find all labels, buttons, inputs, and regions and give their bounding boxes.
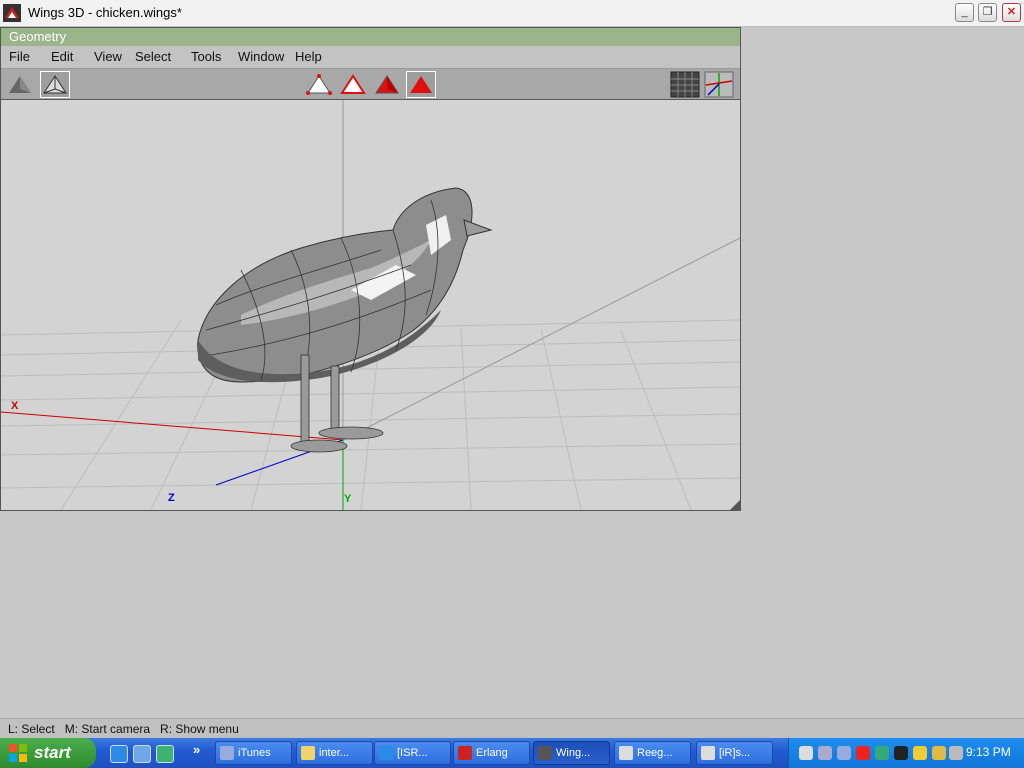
show-desktop-icon[interactable] (133, 745, 151, 763)
restore-button[interactable]: ❐ (978, 3, 997, 22)
task-folder[interactable]: inter... (296, 741, 373, 765)
status-bar: L: Select M: Start camera R: Show menu (0, 718, 1024, 739)
vertex-mode-button[interactable] (304, 71, 334, 98)
tray-network-icon[interactable] (799, 746, 813, 760)
menu-view[interactable]: View (94, 49, 122, 64)
task-label: [ISR... (397, 747, 428, 759)
task-label: [iR]s... (719, 747, 751, 759)
status-text: L: Select M: Start camera R: Show menu (8, 722, 239, 736)
smooth-shaded-icon (9, 76, 31, 93)
internet-explorer-icon[interactable] (110, 745, 128, 763)
geometry-window: Geometry File Edit View Select Tools Win… (0, 27, 741, 511)
tray-flash-icon[interactable] (856, 746, 870, 760)
title-bar: Wings 3D - chicken.wings* _ ❐ ✕ (0, 0, 1024, 27)
window-title: Wings 3D - chicken.wings* (28, 5, 182, 20)
task-irs[interactable]: [iR]s... (696, 741, 773, 765)
wings-icon (538, 746, 552, 760)
minimize-button[interactable]: _ (955, 3, 974, 22)
task-reeg[interactable]: Reeg... (614, 741, 691, 765)
z-axis-label: Z (168, 492, 175, 504)
x-axis-line (1, 411, 344, 441)
messenger-icon[interactable] (156, 745, 174, 763)
body-mode-button[interactable] (406, 71, 436, 98)
tray-settings-icon[interactable] (949, 746, 963, 760)
clock: 9:13 PM (966, 745, 1011, 759)
resize-grip-icon[interactable] (730, 500, 740, 510)
folder-icon (301, 746, 315, 760)
groundplane-toggle[interactable] (670, 71, 700, 98)
close-button[interactable]: ✕ (1002, 3, 1021, 22)
task-label: inter... (319, 747, 349, 759)
menu-bar: File Edit View Select Tools Window Help (1, 46, 740, 69)
tray-globe-icon[interactable] (875, 746, 889, 760)
menu-file[interactable]: File (9, 49, 30, 64)
menu-edit[interactable]: Edit (51, 49, 73, 64)
face-mode-icon (375, 75, 399, 94)
toolbar (1, 69, 740, 100)
axes-icon (704, 71, 734, 98)
start-label: start (34, 743, 71, 762)
axes-toggle[interactable] (704, 71, 734, 98)
tray-tool-icon[interactable] (932, 746, 946, 760)
menu-help[interactable]: Help (295, 49, 322, 64)
app-icon (619, 746, 633, 760)
task-label: Wing... (556, 747, 591, 759)
tray-norton-icon[interactable] (913, 746, 927, 760)
itunes-icon (220, 746, 234, 760)
chicken-model[interactable] (197, 187, 493, 453)
task-itunes[interactable]: iTunes (215, 741, 292, 765)
start-button[interactable]: start (0, 738, 96, 768)
task-label: iTunes (238, 747, 271, 759)
menu-tools[interactable]: Tools (191, 49, 221, 64)
geometry-window-title: Geometry (1, 28, 740, 46)
quick-launch-more[interactable]: » (193, 742, 200, 757)
y-axis-label: Y (344, 493, 352, 505)
task-erlang[interactable]: Erlang (453, 741, 530, 765)
smooth-shaded-button[interactable] (5, 71, 35, 98)
edge-mode-icon (340, 74, 366, 94)
tray-app-icon[interactable] (894, 746, 908, 760)
groundplane-icon (670, 71, 700, 98)
wireframe-icon (43, 75, 67, 94)
task-label: Erlang (476, 747, 508, 759)
tray-itunes-icon[interactable] (837, 746, 851, 760)
edge-mode-button[interactable] (338, 71, 368, 98)
body-mode-icon (410, 76, 432, 93)
tray-speaker-icon[interactable] (818, 746, 832, 760)
wireframe-button[interactable] (40, 71, 70, 98)
wings-app-icon[interactable] (3, 4, 21, 22)
windows-taskbar: start » iTunes inter... [ISR... Erlang W… (0, 738, 1024, 768)
browser-icon (379, 746, 393, 760)
vertex-mode-icon (306, 74, 332, 95)
scene-canvas (1, 100, 740, 510)
app-icon (701, 746, 715, 760)
menu-window[interactable]: Window (238, 49, 284, 64)
task-browser[interactable]: [ISR... (374, 741, 451, 765)
face-mode-button[interactable] (372, 71, 402, 98)
task-wings[interactable]: Wing... (533, 741, 610, 765)
menu-select[interactable]: Select (135, 49, 171, 64)
windows-flag-icon (9, 744, 27, 762)
erlang-icon (458, 746, 472, 760)
task-label: Reeg... (637, 747, 673, 759)
3d-viewport[interactable]: X Y Z (1, 100, 740, 510)
x-axis-label: X (11, 400, 19, 412)
